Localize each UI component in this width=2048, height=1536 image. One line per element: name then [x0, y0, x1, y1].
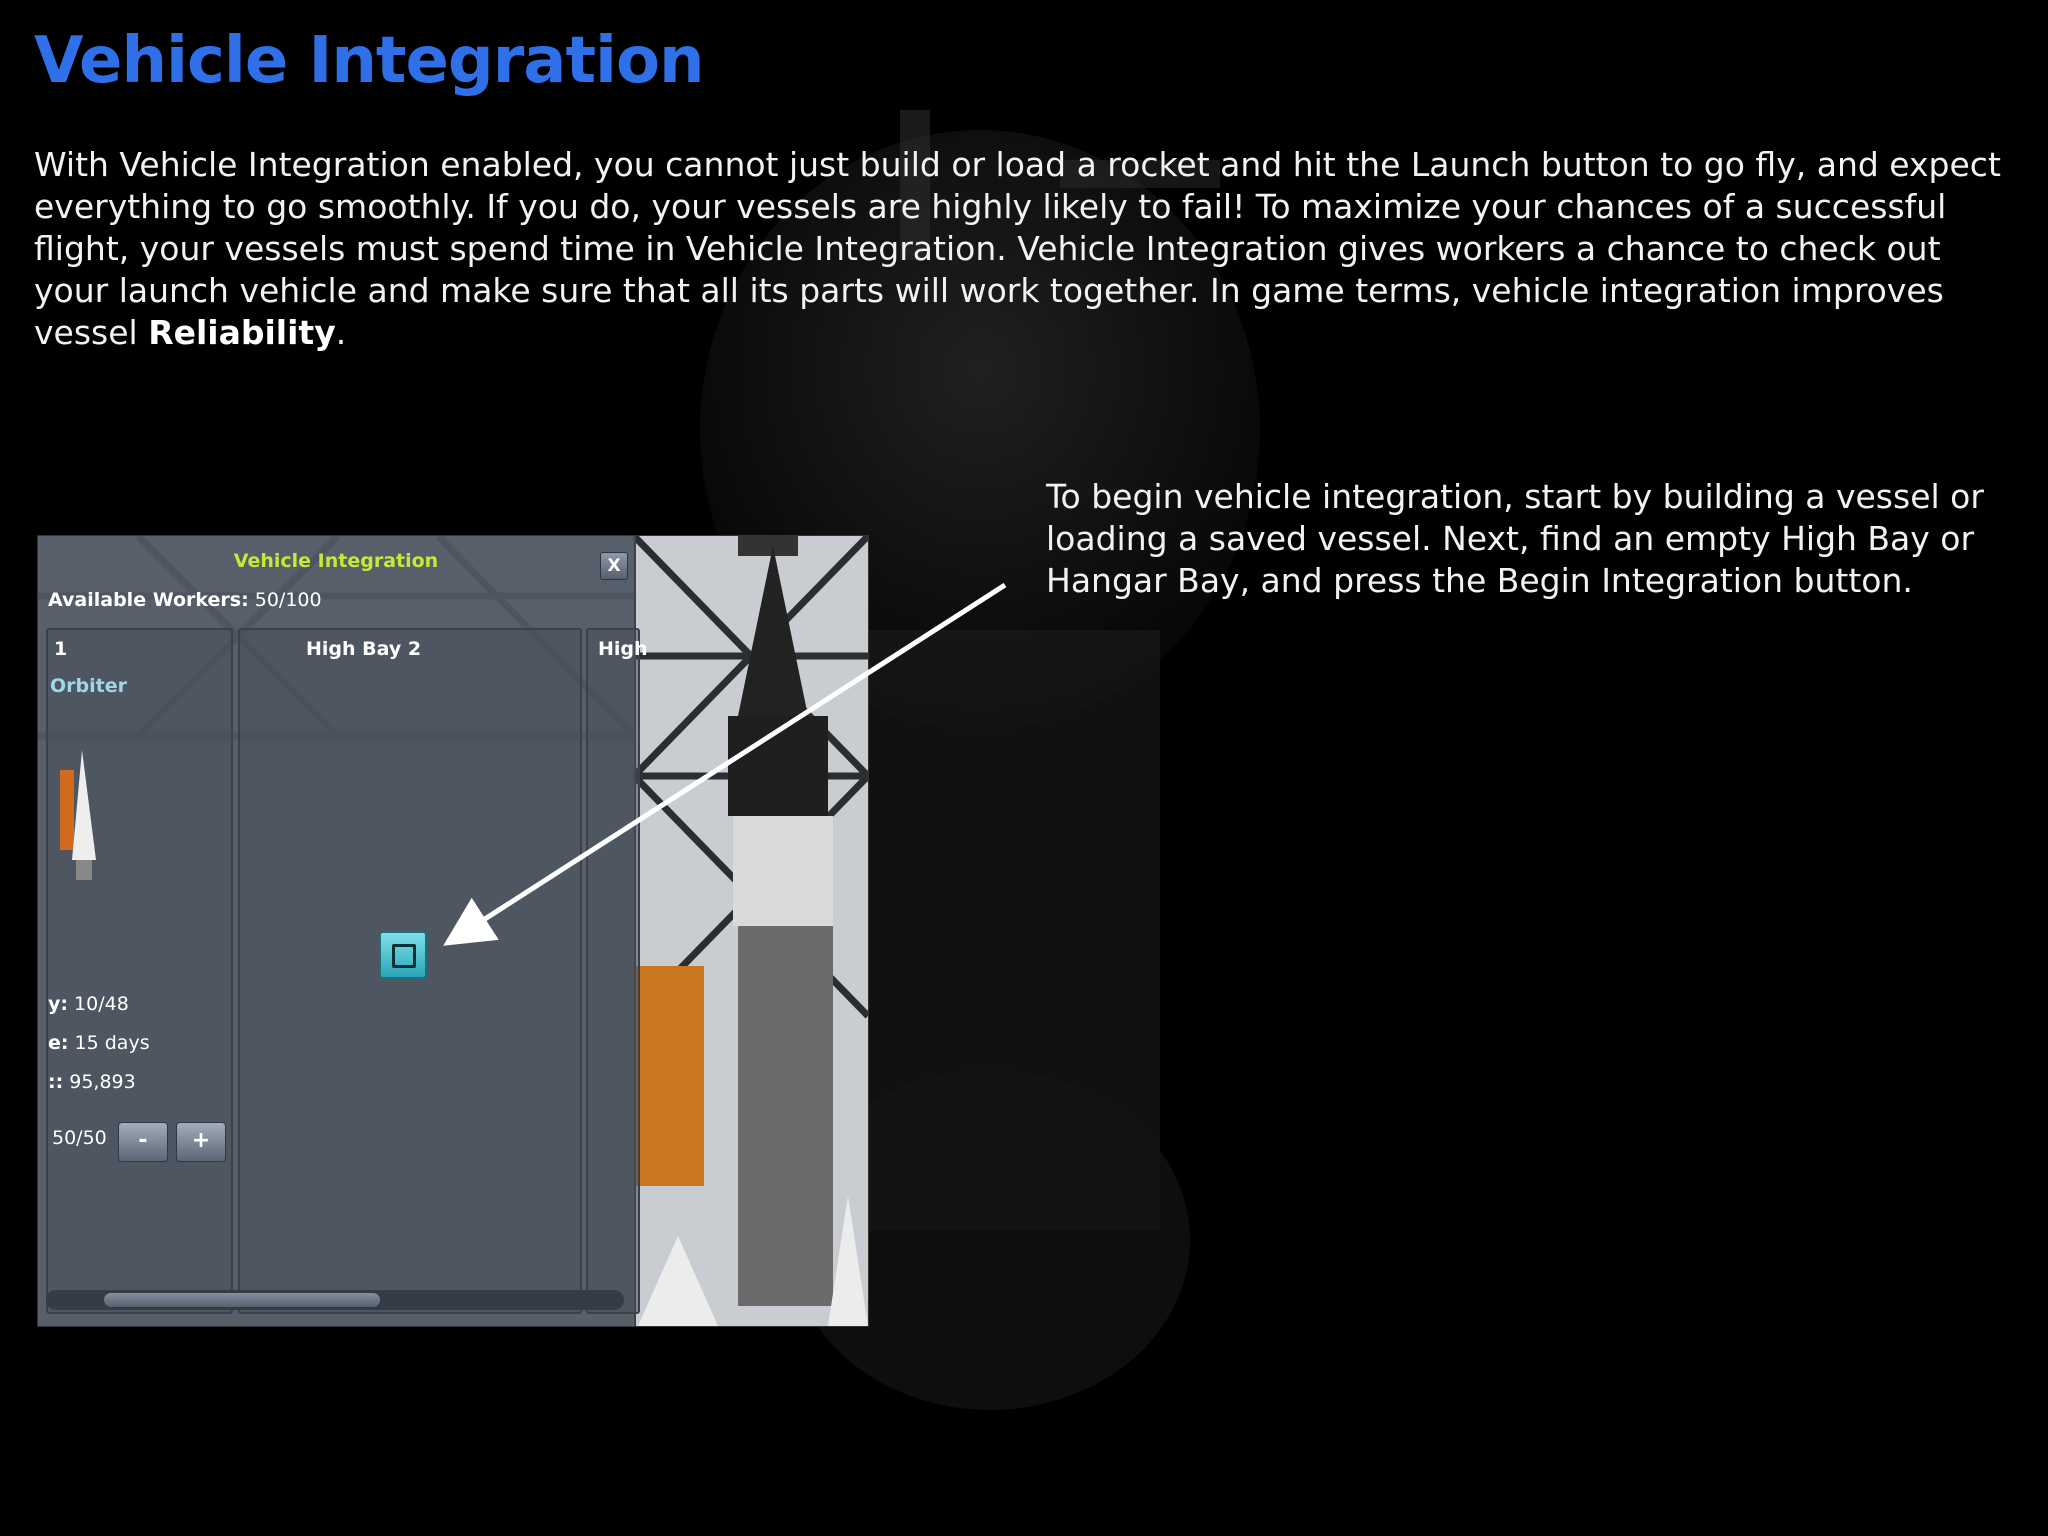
- stat-row: y: 10/48: [48, 993, 129, 1015]
- bay-2-title: High Bay 2: [306, 638, 422, 660]
- reliability-term: Reliability: [148, 313, 336, 352]
- stat-row: e: 15 days: [48, 1032, 150, 1054]
- bay-1-title: 1: [54, 638, 68, 660]
- stat-row: :: 95,893: [48, 1071, 136, 1093]
- decrease-workers-button[interactable]: -: [118, 1122, 168, 1162]
- bay-3-panel: High: [586, 628, 648, 1314]
- begin-integration-button[interactable]: [379, 931, 427, 979]
- callout-paragraph: To begin vehicle integration, start by b…: [1046, 477, 1984, 600]
- window-title: Vehicle Integration: [233, 550, 439, 572]
- intro-paragraph: With Vehicle Integration enabled, you ca…: [34, 144, 2024, 354]
- vehicle-integration-window: Vehicle Integration X Available Workers:…: [38, 536, 648, 1326]
- game-screenshot: Vehicle Integration X Available Workers:…: [37, 535, 869, 1327]
- bay-1-panel: 1 Orbiter y: 10/48 e: 15 days :: 95,893 …: [46, 628, 233, 1314]
- workers-value: 50/100: [254, 589, 322, 611]
- horizontal-scrollbar[interactable]: [46, 1290, 624, 1310]
- begin-integration-icon: [392, 944, 416, 968]
- available-workers: Available Workers: 50/100: [48, 589, 322, 611]
- shuttle-thumbnail-icon: [60, 750, 96, 880]
- scrollbar-thumb[interactable]: [104, 1293, 380, 1307]
- intro-end: .: [335, 313, 347, 352]
- close-button[interactable]: X: [600, 552, 628, 580]
- vessel-name: Orbiter: [50, 675, 127, 697]
- page-title: Vehicle Integration: [34, 24, 704, 98]
- assigned-workers: 50/50: [52, 1127, 107, 1149]
- bay-3-title: High: [598, 638, 648, 660]
- increase-workers-button[interactable]: +: [176, 1122, 226, 1162]
- workers-label: Available Workers:: [48, 589, 249, 611]
